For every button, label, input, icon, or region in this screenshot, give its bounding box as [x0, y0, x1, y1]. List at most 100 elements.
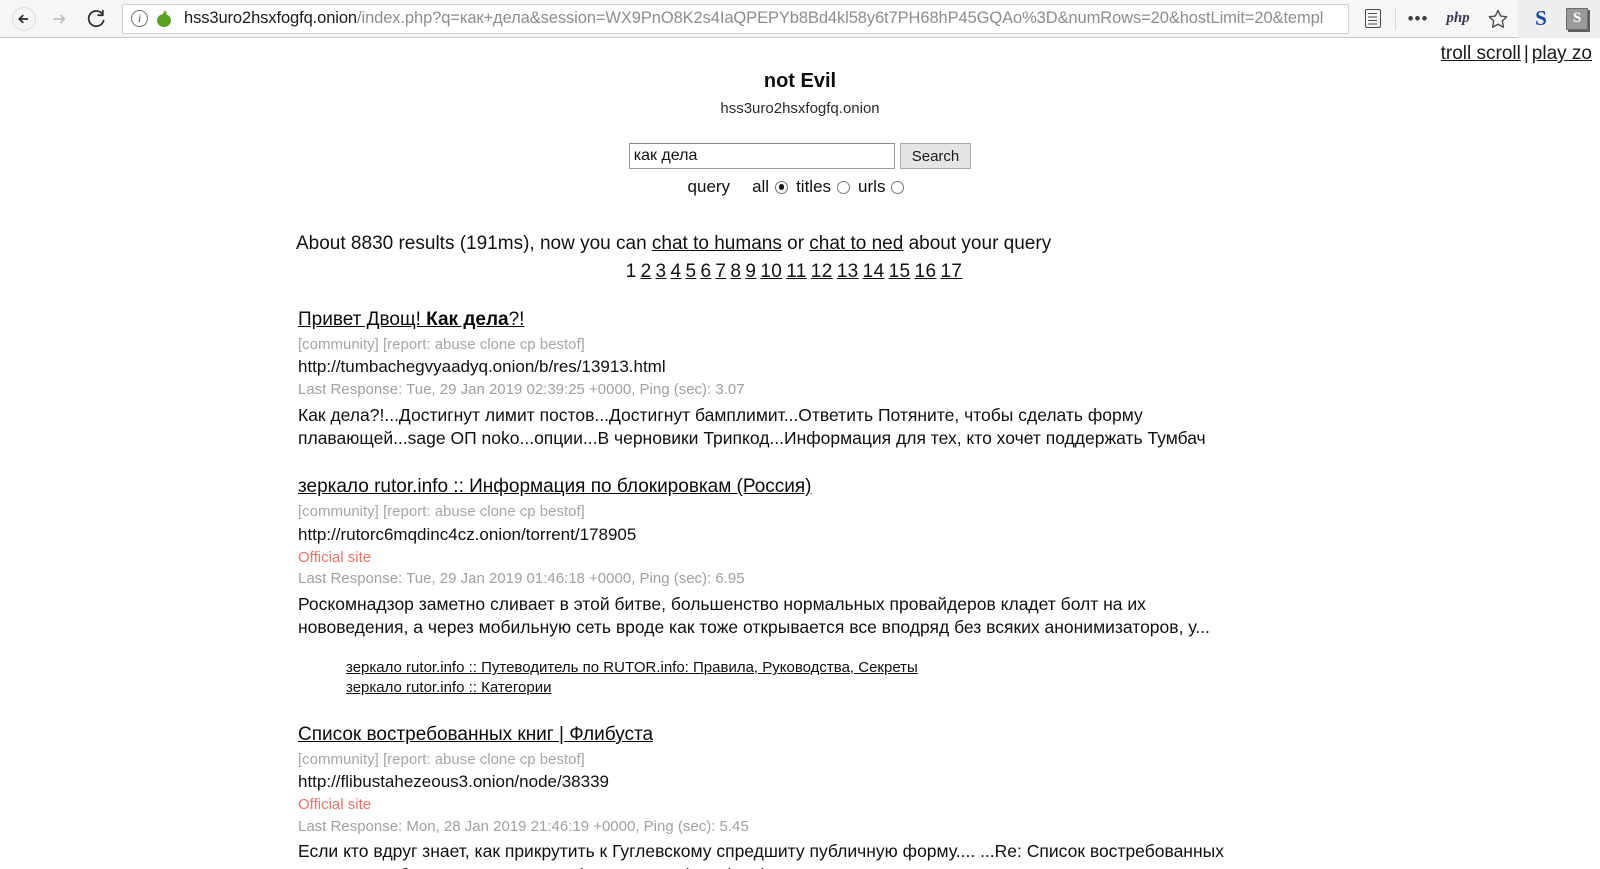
- page-link[interactable]: 13: [835, 261, 861, 282]
- result-url: http://rutorc6mqdinc4cz.onion/torrent/17…: [298, 524, 637, 544]
- result-official-badge: Official site: [298, 796, 372, 814]
- extension-s-blue-icon[interactable]: S: [1522, 6, 1560, 31]
- results-container: About 8830 results (191ms), now you can …: [0, 233, 1600, 869]
- result-title-pre: зеркало rutor.info :: Информация по блок…: [298, 476, 812, 498]
- reader-mode-icon: [1365, 9, 1381, 28]
- back-button[interactable]: [6, 1, 42, 37]
- result-snippet: Как дела?!...Достигнут лимит постов...До…: [298, 404, 1206, 449]
- result-meta: Last Response: Tue, 29 Jan 2019 02:39:25…: [298, 381, 745, 399]
- php-extension-button[interactable]: php: [1438, 0, 1478, 38]
- result-title-pre: Список востребованных книг | Флибуста: [298, 724, 654, 746]
- url-host: hss3uro2hsxfogfq.onion: [184, 9, 358, 27]
- ellipsis-icon: •••: [1407, 8, 1429, 28]
- page-link[interactable]: 9: [743, 261, 758, 282]
- result-title-link[interactable]: Привет Двощ! Как дела?!: [298, 308, 524, 332]
- page-content: troll scroll | play zo not Evil hss3uro2hs…: [0, 38, 1600, 869]
- page-link[interactable]: 16: [913, 261, 939, 282]
- php-icon: php: [1446, 10, 1470, 26]
- extension-s-gray-icon[interactable]: S: [1566, 7, 1588, 30]
- page-link[interactable]: 15: [887, 261, 913, 282]
- result-url: http://tumbachegvyaadyq.onion/b/res/1391…: [298, 357, 666, 377]
- result-sublink[interactable]: зеркало rutor.info :: Путеводитель по RU…: [346, 658, 1560, 678]
- result-snippet: Роскомнадзор заметно сливает в этой битв…: [298, 593, 1210, 637]
- toolbar-actions: ••• php S S: [1353, 0, 1600, 38]
- page-link[interactable]: 6: [698, 261, 713, 282]
- chat-to-humans-link[interactable]: chat to humans: [652, 233, 782, 254]
- summary-middle: or: [781, 233, 810, 254]
- page-link[interactable]: 2: [639, 261, 654, 282]
- page-current: 1: [625, 261, 637, 282]
- page-link[interactable]: 10: [758, 261, 784, 282]
- search-row: Search: [0, 143, 1600, 169]
- radio-urls[interactable]: [891, 180, 905, 194]
- top-right-links: troll scroll | play zo: [1441, 43, 1592, 65]
- result-title-highlight: Как дела: [426, 309, 509, 330]
- page-link[interactable]: 14: [861, 261, 887, 282]
- troll-scroll-link[interactable]: troll scroll: [1441, 43, 1521, 64]
- scope-label-titles: titles: [796, 177, 832, 196]
- address-bar[interactable]: i hss3uro2hsxfogfq.onion/index.php?q=как…: [122, 3, 1349, 34]
- result-tags: [community] [report: abuse clone cp best…: [298, 750, 585, 768]
- query-label: query: [687, 177, 731, 196]
- page-link[interactable]: 11: [784, 261, 809, 282]
- arrow-right-icon: [53, 14, 66, 23]
- scope-option-titles[interactable]: titles: [796, 177, 851, 197]
- extensions-area: S S: [1518, 0, 1600, 38]
- toolbar-divider: [1395, 7, 1396, 30]
- result-title-link[interactable]: зеркало rutor.info :: Информация по блок…: [298, 475, 812, 499]
- search-form: Search query all titles urls: [0, 143, 1600, 197]
- result-url: http://flibustahezeous3.onion/node/38339: [298, 772, 609, 792]
- url-path: /index.php?q=как+дела&session=WX9PnO8K2s…: [357, 9, 1324, 27]
- search-button[interactable]: Search: [899, 143, 972, 169]
- result-meta: Last Response: Tue, 29 Jan 2019 01:46:18…: [298, 570, 745, 588]
- result-sublinks: зеркало rutor.info :: Путеводитель по RU…: [346, 658, 1560, 698]
- result-tags: [community] [report: abuse clone cp best…: [298, 503, 585, 521]
- radio-all[interactable]: [775, 180, 789, 194]
- search-result: зеркало rutor.info :: Информация по блок…: [298, 475, 1560, 698]
- site-masthead: not Evil hss3uro2hsxfogfq.onion: [0, 38, 1600, 117]
- summary-prefix: About 8830 results (191ms), now you can: [296, 233, 652, 254]
- radio-titles[interactable]: [837, 180, 851, 194]
- result-snippet: Если кто вдруг знает, как прикрутить к Г…: [298, 841, 1224, 869]
- results-summary: About 8830 results (191ms), now you can …: [296, 233, 1560, 255]
- result-tags: [community] [report: abuse clone cp best…: [298, 335, 585, 353]
- page-link[interactable]: 12: [809, 261, 835, 282]
- page-link[interactable]: 3: [654, 261, 669, 282]
- link-separator: |: [1523, 43, 1529, 64]
- search-result: Привет Двощ! Как дела?! [community] [rep…: [298, 308, 1560, 450]
- page-link[interactable]: 8: [728, 261, 743, 282]
- onion-icon: [157, 10, 171, 27]
- site-domain: hss3uro2hsxfogfq.onion: [720, 100, 880, 117]
- summary-suffix: about your query: [903, 233, 1052, 254]
- url-text: hss3uro2hsxfogfq.onion/index.php?q=как+д…: [184, 9, 1323, 28]
- scope-label-urls: urls: [858, 177, 886, 196]
- play-zone-link[interactable]: play zo: [1532, 43, 1592, 64]
- search-input[interactable]: [628, 143, 895, 169]
- reload-button[interactable]: [78, 1, 114, 37]
- arrow-left-icon: [12, 6, 36, 31]
- bookmark-star-icon: [1488, 9, 1508, 28]
- result-official-badge: Official site: [298, 548, 372, 566]
- page-menu-button[interactable]: •••: [1398, 0, 1438, 38]
- page-link[interactable]: 17: [938, 261, 964, 282]
- forward-button[interactable]: [42, 1, 78, 37]
- result-title-post: ?!: [508, 309, 525, 330]
- page-link[interactable]: 4: [669, 261, 684, 282]
- browser-toolbar: i hss3uro2hsxfogfq.onion/index.php?q=как…: [0, 0, 1600, 38]
- chat-to-ned-link[interactable]: chat to ned: [809, 233, 903, 254]
- reload-icon: [87, 9, 105, 27]
- result-title-pre: Привет Двощ!: [298, 309, 427, 330]
- scope-option-all[interactable]: all: [752, 177, 789, 197]
- result-meta: Last Response: Mon, 28 Jan 2019 21:46:19…: [298, 817, 749, 835]
- pagination: 1 2 3 4 5 6 7 8 9 10 11 12 13 14 15 16 17: [298, 261, 1560, 283]
- search-result: Список востребованных книг | Флибуста [c…: [298, 723, 1560, 869]
- result-title-link[interactable]: Список востребованных книг | Флибуста: [298, 723, 653, 747]
- bookmark-button[interactable]: [1478, 0, 1518, 38]
- scope-option-urls[interactable]: urls: [858, 177, 905, 197]
- result-sublink[interactable]: зеркало rutor.info :: Категории: [346, 678, 1560, 698]
- site-info-icon[interactable]: i: [131, 10, 148, 27]
- page-link[interactable]: 5: [683, 261, 698, 282]
- reader-mode-button[interactable]: [1353, 0, 1393, 38]
- page-link[interactable]: 7: [713, 261, 728, 282]
- page-title: not Evil: [763, 70, 837, 92]
